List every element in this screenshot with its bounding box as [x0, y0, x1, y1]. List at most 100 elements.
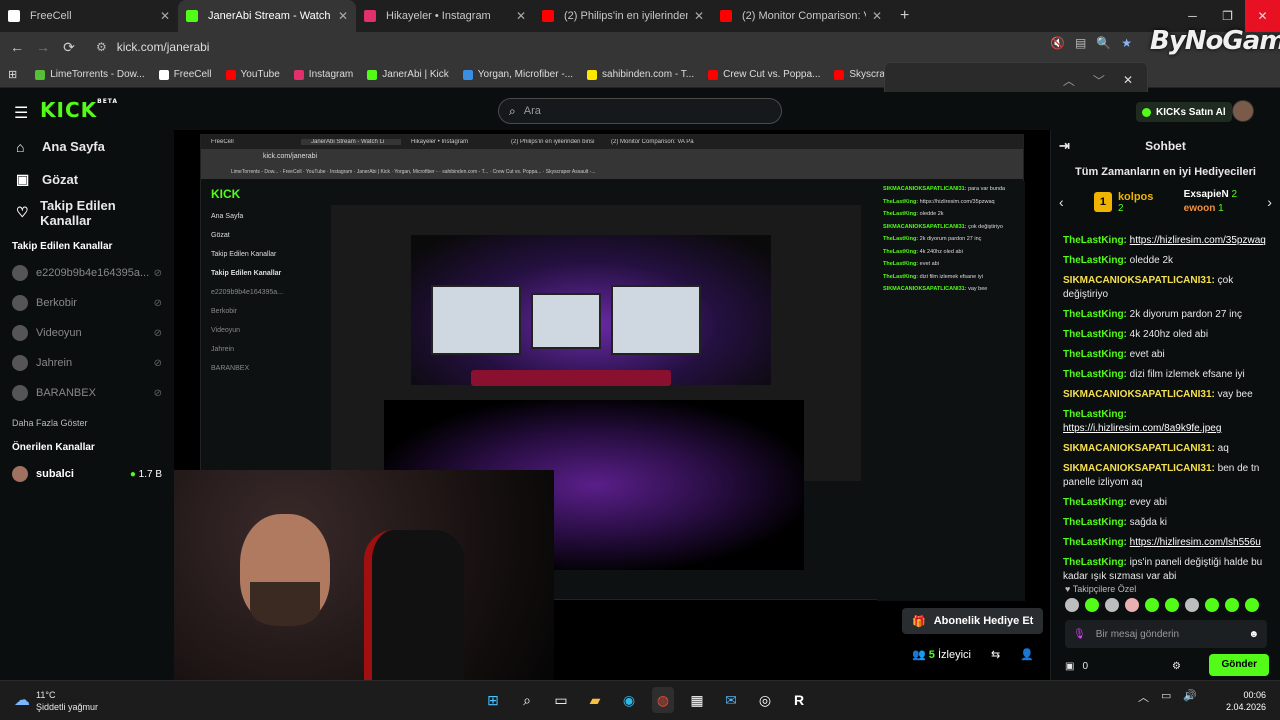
- forward-icon[interactable]: →: [30, 39, 56, 55]
- chat-username[interactable]: TheLastKing:: [1063, 537, 1127, 548]
- browser-tab[interactable]: (2) Monitor Comparison: VA Pa✕: [712, 0, 890, 32]
- emote-icon[interactable]: [1085, 598, 1099, 612]
- emote-icon[interactable]: [1065, 598, 1079, 612]
- url-field[interactable]: ⚙ kick.com/janerabi: [88, 35, 1148, 59]
- bookmark-item[interactable]: LimeTorrents - Dow...: [35, 69, 145, 80]
- chevron-right-icon[interactable]: ›: [1267, 194, 1272, 210]
- gift-sub-button[interactable]: 🎁 Abonelik Hediye Et: [902, 608, 1044, 634]
- stream-player[interactable]: FreeCell JanerAbi Stream - Watch Li Hikaye…: [174, 130, 1050, 680]
- chat-username[interactable]: SIKMACANIOKSAPATLICANI31:: [1063, 443, 1215, 454]
- chat-username[interactable]: TheLastKing:: [1063, 309, 1127, 320]
- emote-icon[interactable]: [1145, 598, 1159, 612]
- emote-icon[interactable]: [1165, 598, 1179, 612]
- chat-username[interactable]: TheLastKing:: [1063, 497, 1127, 508]
- close-tab-icon[interactable]: ✕: [872, 9, 882, 23]
- reload-icon[interactable]: ⟳: [56, 39, 82, 56]
- emote-icon[interactable]: [1105, 598, 1119, 612]
- volume-icon[interactable]: 🔊: [1183, 689, 1197, 705]
- sidebar-nav-item[interactable]: ⌂ Ana Sayfa: [0, 130, 174, 163]
- kick-logo[interactable]: KICKBETA: [40, 98, 118, 122]
- browser-tab[interactable]: FreeCell ✕: [0, 0, 178, 32]
- user-avatar[interactable]: [1232, 100, 1254, 122]
- search-input[interactable]: ⌕ Ara: [498, 98, 782, 124]
- file-explorer-icon[interactable]: ▰: [584, 687, 606, 713]
- bookmark-item[interactable]: JanerAbi | Kick: [367, 69, 449, 80]
- sidebar-nav-item[interactable]: ▣ Gözat: [0, 163, 174, 196]
- chat-link[interactable]: https://i.hizliresim.com/8a9k9fe.jpeg: [1063, 423, 1221, 434]
- network-icon[interactable]: ▭: [1161, 689, 1171, 705]
- site-info-icon[interactable]: ⚙: [96, 40, 107, 54]
- search-icon[interactable]: ⌕: [516, 687, 538, 713]
- find-prev-icon[interactable]: ︿: [1063, 72, 1075, 89]
- obs-icon[interactable]: ◎: [754, 687, 776, 713]
- follow-icon[interactable]: 👤: [1020, 648, 1034, 661]
- bookmark-item[interactable]: Instagram: [293, 69, 353, 80]
- star-icon[interactable]: ★: [1121, 36, 1132, 50]
- followed-channel[interactable]: Jahrein ⊘: [0, 348, 174, 378]
- r-app-icon[interactable]: R: [788, 687, 810, 713]
- recommended-channel[interactable]: subalci ● 1.7 B: [0, 459, 174, 489]
- followed-channel[interactable]: Videoyun ⊘: [0, 318, 174, 348]
- share-icon[interactable]: ⇆: [991, 648, 1000, 661]
- followed-channel[interactable]: e2209b9b4e164395a... ⊘: [0, 258, 174, 288]
- bookmark-item[interactable]: FreeCell: [158, 69, 212, 80]
- chat-username[interactable]: SIKMACANIOKSAPATLICANI31:: [1063, 463, 1215, 474]
- task-view-icon[interactable]: ▭: [550, 687, 572, 713]
- edge-icon[interactable]: ◉: [618, 687, 640, 713]
- back-icon[interactable]: ←: [4, 39, 30, 55]
- close-tab-icon[interactable]: ✕: [160, 9, 170, 23]
- chat-username[interactable]: TheLastKing:: [1063, 235, 1127, 246]
- followed-channel[interactable]: Berkobir ⊘: [0, 288, 174, 318]
- emoji-icon[interactable]: ☻: [1248, 629, 1259, 640]
- bookmark-item[interactable]: sahibinden.com - T...: [587, 69, 694, 80]
- chat-username[interactable]: TheLastKing:: [1063, 517, 1127, 528]
- tray-chevron-icon[interactable]: ︿: [1138, 689, 1149, 705]
- chat-username[interactable]: TheLastKing:: [1063, 369, 1127, 380]
- new-tab-button[interactable]: +: [900, 7, 909, 25]
- settings-icon[interactable]: ⚙: [1172, 661, 1181, 672]
- emote-icon[interactable]: [1225, 598, 1239, 612]
- emote-icon[interactable]: [1205, 598, 1219, 612]
- mute-icon[interactable]: 🔇: [1050, 36, 1065, 50]
- buy-kicks-button[interactable]: KICKs Satın Al: [1136, 102, 1232, 122]
- close-tab-icon[interactable]: ✕: [516, 9, 526, 23]
- chat-username[interactable]: SIKMACANIOKSAPATLICANI31:: [1063, 389, 1215, 400]
- emote-icon[interactable]: [1125, 598, 1139, 612]
- browser-tab[interactable]: (2) Philips'in en iyilerinden birisi✕: [534, 0, 712, 32]
- page-icon[interactable]: ▤: [1075, 36, 1086, 50]
- microphone-icon[interactable]: 🎙: [1073, 629, 1086, 640]
- find-close-icon[interactable]: ✕: [1123, 73, 1133, 87]
- sidebar-nav-item[interactable]: ♡ Takip Edilen Kanallar: [0, 196, 174, 229]
- collapse-chat-icon[interactable]: ⇥: [1059, 138, 1070, 154]
- close-tab-icon[interactable]: ✕: [694, 9, 704, 23]
- find-next-icon[interactable]: ﹀: [1093, 72, 1105, 89]
- chat-username[interactable]: TheLastKing:: [1063, 349, 1127, 360]
- mail-icon[interactable]: ✉: [720, 687, 742, 713]
- chat-link[interactable]: https://hizliresim.com/lsh556u: [1130, 537, 1261, 548]
- menu-icon[interactable]: ☰: [14, 103, 28, 123]
- store-icon[interactable]: ▦: [686, 687, 708, 713]
- show-more-link[interactable]: Daha Fazla Göster: [0, 408, 174, 438]
- apps-icon[interactable]: ⊞: [8, 68, 17, 81]
- browser-tab[interactable]: JanerAbi Stream - Watch Li ✕: [178, 0, 356, 32]
- clock[interactable]: 00:06 2.04.2026: [1226, 689, 1266, 713]
- chat-link[interactable]: https://hizliresim.com/35pzwaq: [1130, 235, 1266, 246]
- emote-icon[interactable]: [1185, 598, 1199, 612]
- chat-input[interactable]: 🎙 Bir mesaj gönderin ☻: [1065, 620, 1267, 648]
- bookmark-item[interactable]: YouTube: [225, 69, 280, 80]
- followed-channel[interactable]: BARANBEX ⊘: [0, 378, 174, 408]
- emote-icon[interactable]: [1245, 598, 1259, 612]
- chat-username[interactable]: SIKMACANIOKSAPATLICANI31:: [1063, 275, 1215, 286]
- windows-start-icon[interactable]: ⊞: [482, 687, 504, 713]
- close-tab-icon[interactable]: ✕: [338, 9, 348, 23]
- weather-widget[interactable]: ☁ 11°C Şiddetli yağmur: [14, 689, 98, 713]
- chat-username[interactable]: TheLastKing:: [1063, 329, 1127, 340]
- chrome-icon[interactable]: ◍: [652, 687, 674, 713]
- bookmark-item[interactable]: Crew Cut vs. Poppa...: [708, 69, 820, 80]
- browser-tab[interactable]: Hikayeler • Instagram ✕: [356, 0, 534, 32]
- chevron-left-icon[interactable]: ‹: [1059, 194, 1064, 210]
- zoom-icon[interactable]: 🔍: [1096, 36, 1111, 50]
- send-button[interactable]: Gönder: [1209, 654, 1269, 676]
- bookmark-item[interactable]: Yorgan, Microfiber -...: [462, 69, 573, 80]
- chat-username[interactable]: TheLastKing:: [1063, 255, 1127, 266]
